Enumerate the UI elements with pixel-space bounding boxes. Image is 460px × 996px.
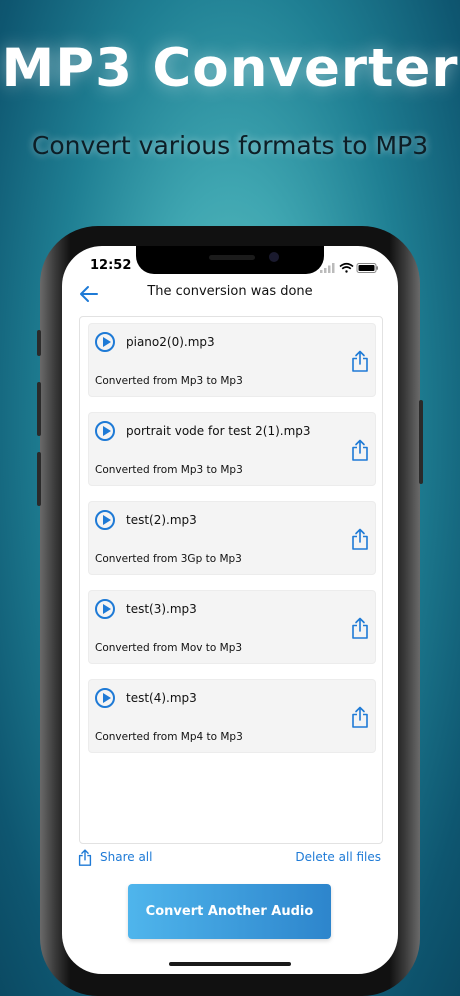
conversion-description: Converted from Mp3 to Mp3 [95,375,243,387]
phone-screen: 12:52 The conversion was done piano2(0).… [62,246,398,974]
file-name: piano2(0).mp3 [126,335,215,349]
phone-volume-down-button [37,452,41,506]
notch [136,246,324,274]
file-card: test(3).mp3 Converted from Mov to Mp3 [88,590,376,664]
file-name: test(2).mp3 [126,513,197,527]
phone-power-button [419,400,423,484]
conversion-description: Converted from Mov to Mp3 [95,642,243,654]
phone-side-button [37,330,41,356]
share-icon[interactable] [351,528,369,550]
speaker-grille [209,255,255,260]
play-icon[interactable] [95,510,115,530]
file-card: test(4).mp3 Converted from Mp4 to Mp3 [88,679,376,753]
navigation-bar: The conversion was done [62,279,398,309]
share-all-button[interactable]: Share all [78,848,152,866]
conversion-description: Converted from Mp4 to Mp3 [95,731,243,743]
file-name: portrait vode for test 2(1).mp3 [126,424,311,438]
conversion-description: Converted from 3Gp to Mp3 [95,553,242,565]
promo-title: MP3 Converter [1,38,459,99]
play-icon[interactable] [95,688,115,708]
share-all-label: Share all [100,850,153,864]
share-icon[interactable] [351,439,369,461]
battery-icon [356,263,378,273]
phone-volume-up-button [37,382,41,436]
share-icon [78,848,92,866]
file-card: test(2).mp3 Converted from 3Gp to Mp3 [88,501,376,575]
page-title: The conversion was done [147,284,313,299]
play-icon[interactable] [95,599,115,619]
front-camera [269,252,279,262]
share-icon[interactable] [351,706,369,728]
play-icon[interactable] [95,421,115,441]
file-name: test(4).mp3 [126,691,197,705]
file-name: test(3).mp3 [126,602,197,616]
converted-files-list: piano2(0).mp3 Converted from Mp3 to Mp3 … [79,316,383,844]
promo-subtitle: Convert various formats to MP3 [31,131,429,160]
status-time: 12:52 [90,258,132,273]
bulk-actions-bar: Share all Delete all files [62,848,398,868]
file-card: piano2(0).mp3 Converted from Mp3 to Mp3 [88,323,376,397]
home-indicator [169,962,291,966]
signal-icon [320,263,335,273]
wifi-icon [339,262,354,273]
share-icon[interactable] [351,350,369,372]
play-icon[interactable] [95,332,115,352]
file-card: portrait vode for test 2(1).mp3 Converte… [88,412,376,486]
delete-all-files-button[interactable]: Delete all files [295,850,381,864]
share-icon[interactable] [351,617,369,639]
convert-another-audio-button[interactable]: Convert Another Audio [128,884,331,939]
status-icons [320,259,380,273]
conversion-description: Converted from Mp3 to Mp3 [95,464,243,476]
